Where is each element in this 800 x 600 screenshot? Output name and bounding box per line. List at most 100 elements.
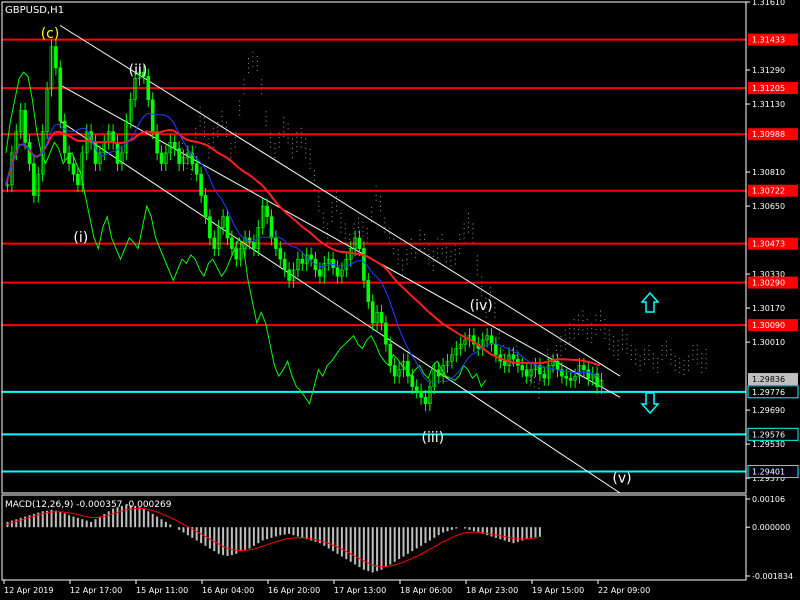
cloud-dot: [648, 359, 650, 361]
cloud-dot: [604, 337, 606, 339]
cloud-dot: [573, 328, 575, 330]
cloud-dot: [446, 256, 447, 258]
cloud-dot: [331, 206, 333, 208]
cloud-dot: [204, 131, 205, 133]
cloud-dot: [252, 61, 254, 63]
cloud-dot: [468, 217, 469, 219]
cloud-dot: [630, 345, 632, 347]
cloud-dot: [305, 143, 307, 145]
candle-body: [252, 241, 256, 249]
cloud-dot: [199, 125, 201, 127]
cloud-dot: [648, 349, 650, 351]
cloud-dot: [472, 223, 474, 225]
red-level-tag: 1.30473: [752, 240, 785, 249]
cloud-dot: [327, 223, 329, 225]
cloud-dot: [248, 62, 249, 64]
cloud-dot: [195, 137, 197, 139]
cloud-dot: [666, 354, 667, 356]
cloud-dot: [252, 65, 254, 67]
price-tick-label: 1.30650: [752, 202, 785, 211]
cloud-dot: [256, 70, 258, 72]
cloud-dot: [432, 269, 434, 271]
candle-body: [423, 397, 428, 405]
cloud-dot: [613, 354, 615, 356]
cloud-dot: [397, 263, 399, 265]
cloud-dot: [283, 131, 285, 133]
cloud-dot: [300, 127, 302, 129]
cloud-dot: [300, 141, 302, 143]
cloud-dot: [560, 345, 562, 347]
cloud-dot: [296, 150, 298, 152]
cloud-dot: [432, 255, 434, 257]
time-label: 16 Apr 04:00: [202, 586, 254, 595]
candle-body: [494, 343, 498, 356]
cloud-dot: [450, 251, 452, 253]
cloud-dot: [274, 147, 276, 149]
cloud-dot: [626, 352, 628, 354]
cloud-dot: [630, 349, 632, 351]
cloud-dot: [622, 339, 623, 341]
time-label: 19 Apr 15:00: [532, 586, 584, 595]
candle-body: [282, 258, 287, 271]
cloud-dot: [362, 226, 364, 228]
cloud-dot: [639, 369, 641, 371]
cloud-dot: [217, 131, 219, 133]
cloud-dot: [371, 216, 373, 218]
cloud-dot: [212, 141, 214, 143]
cloud-dot: [608, 329, 610, 331]
cloud-dot: [622, 334, 623, 336]
candle-body: [520, 365, 525, 371]
cloud-dot: [234, 141, 236, 143]
cloud-dot: [410, 248, 412, 250]
cloud-dot: [696, 353, 698, 355]
cloud-dot: [630, 354, 632, 356]
cloud-dot: [336, 191, 337, 193]
cloud-dot: [446, 251, 447, 253]
cloud-dot: [292, 152, 293, 154]
cloud-dot: [393, 252, 395, 254]
cloud-dot: [274, 152, 276, 154]
cloud-dot: [265, 115, 267, 117]
time-label: 18 Apr 23:00: [466, 586, 518, 595]
cloud-dot: [613, 345, 615, 347]
candle-body: [511, 354, 516, 360]
cloud-dot: [331, 216, 333, 218]
cloud-dot: [182, 147, 183, 149]
cloud-dot: [582, 310, 584, 312]
cloud-dot: [243, 93, 245, 95]
cloud-dot: [441, 248, 443, 250]
cloud-dot: [578, 328, 579, 330]
cloud-dot: [208, 143, 210, 145]
cloud-dot: [336, 210, 337, 212]
cloud-dot: [397, 258, 399, 260]
cloud-dot: [208, 147, 210, 149]
cloud-dot: [604, 319, 606, 321]
cloud-dot: [454, 258, 456, 260]
cloud-dot: [529, 384, 531, 386]
cloud-dot: [340, 212, 342, 214]
cloud-dot: [674, 365, 676, 367]
cloud-dot: [327, 237, 329, 239]
cloud-dot: [441, 238, 443, 240]
price-chart[interactable]: (c) (ii) (i) (iv) (iii) (v) 1.31610 1.31290 1.3…: [0, 0, 800, 600]
cloud-dot: [498, 337, 500, 339]
cloud-dot: [375, 199, 377, 201]
cloud-dot: [340, 222, 342, 224]
cloud-dot: [595, 333, 597, 335]
cloud-dot: [428, 263, 430, 265]
cloud-dot: [292, 157, 293, 159]
red-level-tag: 1.30090: [752, 321, 785, 330]
candle-body: [410, 375, 415, 388]
price-tick-label: 1.31610: [752, 0, 785, 7]
cloud-dot: [564, 334, 566, 336]
cloud-dot: [692, 345, 694, 347]
cloud-dot: [318, 191, 320, 193]
cloud-dot: [600, 315, 601, 317]
cloud-dot: [239, 100, 241, 102]
price-tick-label: 1.29530: [752, 440, 785, 449]
cloud-dot: [428, 249, 430, 251]
time-label: 22 Apr 09:00: [598, 586, 650, 595]
cloud-dot: [468, 212, 469, 214]
time-label: 12 Apr 2019: [4, 586, 53, 595]
cloud-dot: [230, 157, 232, 159]
